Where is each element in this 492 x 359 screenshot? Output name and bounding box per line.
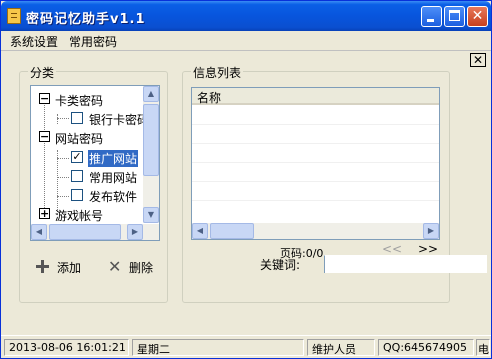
plus-icon bbox=[36, 260, 49, 273]
list-gridline bbox=[192, 181, 439, 182]
column-header-name[interactable]: 名称 bbox=[197, 89, 221, 106]
tree-connector bbox=[57, 114, 58, 124]
status-bar: 2013-08-06 16:01:21 星期二 维护人员 QQ:64567490… bbox=[1, 335, 491, 358]
scroll-thumb[interactable] bbox=[143, 104, 159, 176]
status-datetime: 2013-08-06 16:01:21 bbox=[4, 339, 129, 356]
tree-connector bbox=[57, 196, 69, 197]
collapse-icon[interactable]: − bbox=[39, 93, 50, 104]
category-group-label: 分类 bbox=[28, 64, 57, 81]
delete-button-label: 删除 bbox=[129, 261, 154, 275]
close-icon: ✕ bbox=[472, 53, 484, 67]
list-header: 名称 bbox=[192, 88, 439, 105]
maximize-icon bbox=[449, 10, 460, 21]
child-close-button[interactable]: ✕ bbox=[470, 53, 486, 67]
add-button-label: 添加 bbox=[57, 261, 82, 275]
category-tree[interactable]: − 卡类密码 银行卡密码 − 网站密码 ✓ 推广网站 常用网站 发布软件 + 游… bbox=[30, 85, 160, 241]
status-extra: 电 bbox=[476, 339, 490, 356]
tree-connector bbox=[57, 150, 58, 214]
info-group-label: 信息列表 bbox=[191, 64, 244, 81]
maximize-button[interactable] bbox=[444, 6, 465, 27]
tree-item-label: 卡类密码 bbox=[55, 94, 104, 108]
tree-connector bbox=[57, 177, 69, 178]
list-gridline bbox=[192, 143, 439, 144]
scroll-left-icon[interactable]: ◀ bbox=[192, 223, 208, 239]
menu-divider bbox=[1, 50, 491, 51]
tree-connector bbox=[44, 138, 45, 218]
tree-item-label: 网站密码 bbox=[55, 132, 104, 146]
list-gridline bbox=[192, 124, 439, 125]
minimize-icon bbox=[427, 19, 434, 22]
tree-item-label: 推广网站 bbox=[88, 150, 139, 167]
menu-bar: 系统设置 常用密码 bbox=[1, 31, 491, 50]
scroll-thumb[interactable] bbox=[49, 224, 121, 240]
expand-icon[interactable]: + bbox=[39, 208, 50, 219]
tree-item-label: 发布软件 bbox=[89, 190, 138, 204]
window-title: 密码记忆助手v1.1 bbox=[26, 12, 146, 27]
delete-button[interactable]: ✕ 删除 bbox=[108, 256, 163, 278]
list-gridline bbox=[192, 162, 439, 163]
checkbox[interactable] bbox=[71, 170, 83, 182]
scroll-right-icon[interactable]: ▶ bbox=[127, 224, 143, 240]
main-window: 密码记忆助手v1.1 ✕ 系统设置 常用密码 ✕ 分类 − 卡类密码 银行卡密码 bbox=[0, 0, 492, 359]
scroll-left-icon[interactable]: ◀ bbox=[31, 224, 47, 240]
tree-connector bbox=[57, 158, 69, 159]
status-qq: QQ:645674905 bbox=[378, 339, 474, 356]
add-button[interactable]: 添加 bbox=[36, 256, 91, 278]
scroll-thumb[interactable] bbox=[210, 223, 254, 239]
menu-common-passwords[interactable]: 常用密码 bbox=[69, 33, 117, 50]
tree-item-label: 常用网站 bbox=[89, 171, 138, 185]
close-button[interactable]: ✕ bbox=[467, 6, 488, 27]
minimize-button[interactable] bbox=[421, 6, 442, 27]
tree-vertical-scrollbar[interactable]: ▲ ▼ bbox=[143, 86, 159, 223]
collapse-icon[interactable]: − bbox=[39, 131, 50, 142]
list-horizontal-scrollbar[interactable]: ◀ ▶ bbox=[192, 223, 439, 239]
close-icon: ✕ bbox=[471, 8, 484, 24]
list-gridline bbox=[192, 200, 439, 201]
checkmark-icon[interactable]: ✓ bbox=[71, 151, 83, 163]
status-maintainer: 维护人员 bbox=[307, 339, 375, 356]
keyword-label: 关键词: bbox=[260, 258, 301, 272]
tree-item-label: 游戏帐号 bbox=[55, 209, 104, 223]
checkbox[interactable] bbox=[71, 189, 83, 201]
tree-connector bbox=[57, 118, 69, 119]
info-list[interactable]: 名称 ◀ ▶ bbox=[191, 87, 440, 240]
delete-icon: ✕ bbox=[108, 257, 122, 276]
menu-system-settings[interactable]: 系统设置 bbox=[10, 33, 58, 50]
notebook-icon bbox=[7, 8, 21, 24]
tree-item-label: 银行卡密码 bbox=[89, 113, 150, 127]
scroll-right-icon[interactable]: ▶ bbox=[423, 223, 439, 239]
title-bar[interactable]: 密码记忆助手v1.1 ✕ bbox=[1, 1, 491, 31]
tree-horizontal-scrollbar[interactable]: ◀ ▶ bbox=[31, 224, 159, 240]
status-weekday: 星期二 bbox=[132, 339, 304, 356]
scroll-up-icon[interactable]: ▲ bbox=[143, 86, 159, 102]
keyword-input[interactable] bbox=[324, 255, 487, 273]
checkbox[interactable] bbox=[71, 112, 83, 124]
scroll-down-icon[interactable]: ▼ bbox=[143, 207, 159, 223]
